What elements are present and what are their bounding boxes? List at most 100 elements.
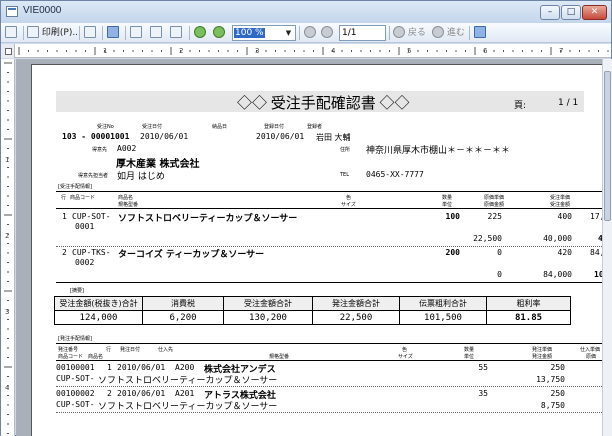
vertical-ruler: 1 2 3 4 (1, 59, 15, 436)
continuous-page-icon (170, 25, 182, 38)
toolbar-separator (79, 26, 80, 40)
zoom-value: 100 % (234, 28, 265, 38)
single-page-button[interactable] (130, 25, 142, 41)
minimize-button[interactable]: – (540, 5, 560, 20)
vertical-scrollbar[interactable] (602, 59, 612, 436)
purchase-amount: 8,750 (540, 401, 565, 410)
order-row-extra: 17,5 (590, 212, 602, 221)
single-page-icon (130, 25, 142, 38)
label-register-date: 登録日付 (264, 124, 285, 130)
order-row-number: 2 (62, 248, 67, 257)
purchase-section-label: [発注手配情報] (58, 336, 92, 342)
zoom-out-icon (194, 25, 206, 38)
print-button[interactable]: 印刷(P)... (27, 25, 81, 41)
find-button[interactable] (107, 25, 119, 41)
col-spec: 規格型番 (118, 202, 139, 208)
label-customer-contact: 得意先担当者 (78, 173, 109, 179)
purchase-po-no: 00100001 (56, 363, 95, 372)
forward-label: 進む (446, 28, 465, 38)
row-divider (56, 412, 602, 413)
order-row-sales-amount: 40,000 (543, 234, 572, 243)
pcol-po-date: 発注日付 (120, 347, 141, 353)
order-row-cost-amount: 22,500 (473, 234, 502, 243)
ruler-number: 3 (255, 47, 260, 55)
multi-page-icon (150, 25, 162, 38)
chevron-down-icon[interactable]: ▼ (283, 27, 294, 39)
multi-page-button[interactable] (150, 25, 162, 41)
purchase-supplier-code: A200 (175, 363, 195, 372)
zoom-out-button[interactable] (194, 25, 206, 41)
refresh-icon (474, 25, 486, 38)
title-bar[interactable]: VIE0000 – □ ✕ (1, 1, 611, 23)
continuous-page-button[interactable] (170, 25, 182, 41)
close-button[interactable]: ✕ (582, 5, 607, 20)
previous-page-button[interactable] (321, 25, 333, 41)
summary-header: 粗利率 (486, 296, 571, 311)
summary-section-label: [摘要] (70, 288, 84, 294)
copy-button[interactable] (84, 25, 96, 41)
summary-header: 伝票粗利合計 (399, 296, 487, 311)
zoom-in-button[interactable] (213, 25, 225, 41)
order-row-cost-price: 0 (497, 248, 502, 257)
ruler-number: 5 (407, 47, 412, 55)
page-setup-button[interactable] (5, 25, 17, 41)
previous-page-icon (321, 25, 333, 38)
summary-header: 受注金額合計 (223, 296, 313, 311)
pcol-po-no: 発注番号 (58, 347, 79, 353)
order-number: 103 - 00001001 (62, 132, 130, 141)
customer-tel: 0465-XX-7777 (366, 170, 424, 179)
order-row-sales-price: 400 (557, 212, 572, 221)
ruler-number: 3 (5, 308, 10, 316)
purchase-po-no: 00100002 (56, 389, 95, 398)
col-product-code: 商品コード (70, 195, 96, 201)
maximize-button[interactable]: □ (561, 5, 581, 20)
col-unit: 単位 (442, 202, 453, 208)
toolbar-separator (299, 26, 300, 40)
order-row-qty: 100 (445, 212, 460, 221)
order-section-label: [受注手配情報] (58, 184, 92, 190)
forward-arrow-icon (432, 25, 444, 38)
col-size: サイズ (341, 202, 356, 208)
ruler-number: 2 (179, 47, 184, 55)
page-setup-icon (5, 25, 17, 38)
row-divider (56, 386, 602, 387)
zoom-in-icon (213, 25, 225, 38)
summary-header: 消費税 (142, 296, 224, 311)
label-order-no: 受注No (97, 124, 114, 130)
page-number-input[interactable]: 1/1 (339, 25, 386, 41)
order-row-qty: 200 (445, 248, 460, 257)
pcol-product-name: 商品名 (88, 354, 104, 360)
ruler-corner[interactable] (1, 44, 15, 58)
copy-icon (84, 25, 96, 38)
summary-table: 受注金額(税抜き)合計 消費税 受注金額合計 発注金額合計 伝票粗利合計 粗利率… (54, 296, 571, 325)
order-row-code-suffix: 0001 (75, 222, 95, 231)
purchase-row-number: 1 (107, 363, 112, 372)
pcol-supplier: 仕入先 (158, 347, 174, 353)
purchase-code: CUP-SOT- (56, 374, 95, 383)
col-cost-amount: 原価金額 (484, 202, 505, 208)
pcol-po-price: 発注単価 (532, 347, 553, 353)
summary-header: 発注金額合計 (312, 296, 400, 311)
pcol-po-amount: 発注金額 (532, 354, 553, 360)
scrollbar-thumb[interactable] (604, 71, 611, 221)
back-label: 戻る (407, 28, 426, 38)
label-customer: 得意先 (92, 147, 108, 153)
col-qty: 数量 (442, 195, 453, 201)
purchase-date: 2010/06/01 (117, 389, 166, 398)
order-row-extra: 100 (594, 270, 602, 279)
col-sales-amount: 受注金額 (550, 202, 571, 208)
refresh-button[interactable] (474, 25, 486, 41)
purchase-header-top-rule (56, 343, 602, 344)
order-header-top-rule (56, 191, 602, 192)
purchase-qty: 55 (478, 363, 488, 372)
first-page-button[interactable] (304, 25, 316, 41)
label-order-date: 受注日付 (142, 124, 163, 130)
col-row: 行 (61, 195, 67, 201)
report-canvas[interactable]: ◇◇ 受注手配確認書 ◇◇ 頁: 1 / 1 受注No 受注日付 納品日 登録日… (16, 59, 602, 436)
back-button[interactable]: 戻る (393, 25, 426, 41)
col-cost-price: 原価単価 (484, 195, 505, 201)
zoom-select[interactable]: 100 % ▼ (232, 25, 296, 41)
forward-button[interactable]: 進む (432, 25, 465, 41)
pcol-extra-a: 仕入単価 (580, 347, 601, 353)
purchase-amount: 13,750 (536, 375, 565, 384)
